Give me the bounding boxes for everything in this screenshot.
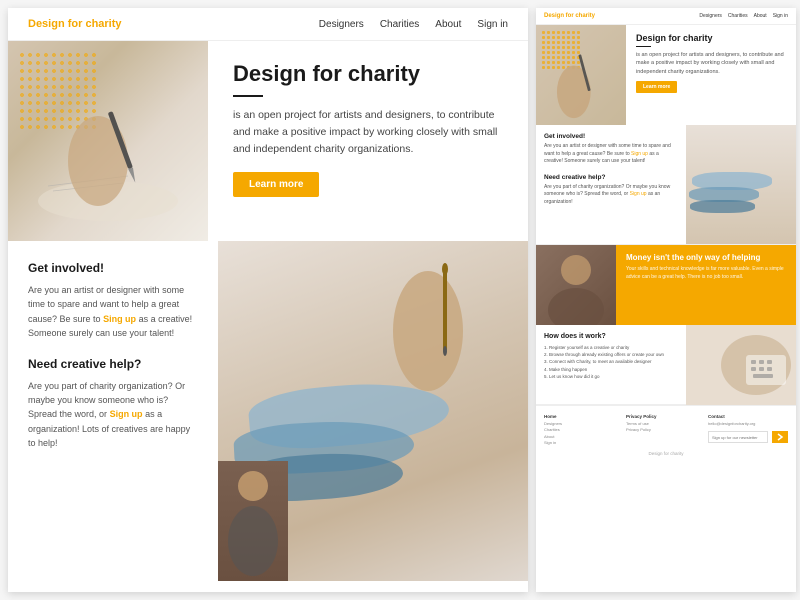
preview-panel: Design for charity Designers Charities A… bbox=[536, 8, 796, 592]
hand-drawing-svg bbox=[28, 91, 188, 231]
hero-image-placeholder bbox=[8, 41, 208, 241]
mini-nav-signin[interactable]: Sign in bbox=[773, 13, 788, 19]
how-step-1: 1. Register yourself as a creative or ch… bbox=[544, 344, 678, 351]
how-title: How does it work? bbox=[544, 333, 678, 340]
site-header: Design for charity Designers Charities A… bbox=[8, 8, 528, 41]
arrow-right-icon bbox=[776, 433, 784, 441]
mini-hero: Design for charity is an open project fo… bbox=[536, 25, 796, 125]
how-step-2: 2. Browse through already existing offer… bbox=[544, 351, 678, 358]
how-it-works-section: How does it work? 1. Register yourself a… bbox=[536, 325, 796, 405]
mini-learn-more-btn[interactable]: Learn more bbox=[636, 81, 677, 93]
mini-newsletter-area bbox=[708, 431, 788, 443]
painting-image bbox=[218, 241, 528, 581]
mini-get-involved-title: Get involved! bbox=[544, 133, 678, 140]
mini-need-help-text: Are you part of charity organization? Or… bbox=[544, 184, 678, 207]
mini-logo: Design for charity bbox=[544, 13, 699, 19]
yellow-cta-content: Money isn't the only way of helping Your… bbox=[616, 245, 796, 325]
mini-signup-link[interactable]: Sign up bbox=[631, 151, 648, 157]
mini-footer-privacy[interactable]: Privacy Policy bbox=[626, 427, 700, 433]
get-involved-text: Are you an artist or designer with some … bbox=[28, 283, 198, 341]
mini-hero-content: Design for charity is an open project fo… bbox=[626, 25, 796, 125]
money-section-title: Money isn't the only way of helping bbox=[626, 253, 786, 263]
mini-signup-link-org[interactable]: Sign up bbox=[630, 191, 647, 197]
left-content-sections: Get involved! Are you an artist or desig… bbox=[8, 241, 218, 581]
mini-nav-charities[interactable]: Charities bbox=[728, 13, 748, 19]
hero-content: Design for charity is an open project fo… bbox=[208, 41, 528, 241]
mini-text-sections: Get involved! Are you an artist or desig… bbox=[536, 125, 686, 244]
how-content: How does it work? 1. Register yourself a… bbox=[536, 325, 686, 404]
site-logo: Design for charity bbox=[28, 18, 319, 30]
hero-description: is an open project for artists and desig… bbox=[233, 107, 503, 157]
painting-image-area bbox=[218, 241, 528, 581]
hand-brush-svg bbox=[338, 251, 518, 471]
hero-section: Design for charity is an open project fo… bbox=[8, 41, 528, 241]
mini-nav-about[interactable]: About bbox=[754, 13, 767, 19]
hero-title: Design for charity bbox=[233, 61, 503, 87]
mini-content-sections: Get involved! Are you an artist or desig… bbox=[536, 125, 796, 245]
hero-image bbox=[8, 41, 208, 241]
how-step-5: 5. Let us know how did it go bbox=[544, 373, 678, 380]
mini-footer-contact-title: Contact bbox=[708, 414, 788, 419]
how-step-3: 3. Connect with Charity, to meet an avai… bbox=[544, 358, 678, 365]
mini-title-underline bbox=[636, 46, 651, 47]
mini-hero-image bbox=[536, 25, 626, 125]
nav-signin[interactable]: Sign in bbox=[477, 19, 508, 30]
signup-link-creative[interactable]: Sing up bbox=[103, 314, 136, 324]
yellow-cta-section: Money isn't the only way of helping Your… bbox=[536, 245, 796, 325]
person-svg bbox=[218, 461, 288, 581]
mini-nav-designers[interactable]: Designers bbox=[699, 13, 722, 19]
mini-footer-col-contact: Contact hello@designforcharity.org bbox=[708, 414, 788, 447]
nav-about[interactable]: About bbox=[435, 19, 461, 30]
how-image bbox=[686, 325, 796, 404]
get-involved-title: Get involved! bbox=[28, 261, 198, 275]
mini-newsletter bbox=[708, 431, 788, 443]
mini-footer-email: hello@designforcharity.org bbox=[708, 421, 788, 427]
mini-hand-svg bbox=[541, 45, 616, 120]
money-section-text: Your skills and technical knowledge is f… bbox=[626, 266, 786, 281]
mini-footer-home-title: Home bbox=[544, 414, 618, 419]
mini-painting-image bbox=[686, 125, 796, 244]
mini-nav: Designers Charities About Sign in bbox=[699, 13, 788, 19]
site-nav: Designers Charities About Sign in bbox=[319, 19, 508, 30]
mini-footer-col-privacy: Privacy Policy Terms of use Privacy Poli… bbox=[626, 414, 700, 447]
need-help-text: Are you part of charity organization? Or… bbox=[28, 379, 198, 451]
how-image-svg bbox=[686, 325, 796, 405]
main-website-panel: Design for charity Designers Charities A… bbox=[8, 8, 528, 592]
mini-get-involved-text: Are you an artist or designer with some … bbox=[544, 143, 678, 166]
mini-footer: Home Designers Charities About Sign in P… bbox=[536, 405, 796, 465]
mini-hero-desc: is an open project for artists and desig… bbox=[636, 51, 786, 76]
mini-footer-columns: Home Designers Charities About Sign in P… bbox=[544, 414, 788, 447]
mini-newsletter-submit[interactable] bbox=[772, 431, 788, 443]
signup-link-org[interactable]: Sign up bbox=[110, 409, 143, 419]
nav-charities[interactable]: Charities bbox=[380, 19, 419, 30]
mini-brush-3 bbox=[690, 200, 755, 213]
mini-footer-col-home: Home Designers Charities About Sign in bbox=[544, 414, 618, 447]
mini-newsletter-input[interactable] bbox=[708, 431, 768, 443]
need-help-title: Need creative help? bbox=[28, 357, 198, 371]
nav-designers[interactable]: Designers bbox=[319, 19, 364, 30]
mini-need-help-title: Need creative help? bbox=[544, 174, 678, 181]
bottom-content: Get involved! Are you an artist or desig… bbox=[8, 241, 528, 581]
mini-footer-link-signin[interactable]: Sign in bbox=[544, 440, 618, 446]
how-step-4: 4. Make thing happen bbox=[544, 366, 678, 373]
mini-footer-brand: Design for charity bbox=[544, 451, 788, 456]
mini-hero-title: Design for charity bbox=[636, 33, 786, 43]
yellow-cta-image bbox=[536, 245, 616, 325]
mini-header: Design for charity Designers Charities A… bbox=[536, 8, 796, 25]
mini-footer-privacy-title: Privacy Policy bbox=[626, 414, 700, 419]
hero-title-underline bbox=[233, 95, 263, 97]
cta-image-svg bbox=[536, 245, 616, 325]
person-thumbnail bbox=[218, 461, 288, 581]
learn-more-button[interactable]: Learn more bbox=[233, 172, 319, 197]
